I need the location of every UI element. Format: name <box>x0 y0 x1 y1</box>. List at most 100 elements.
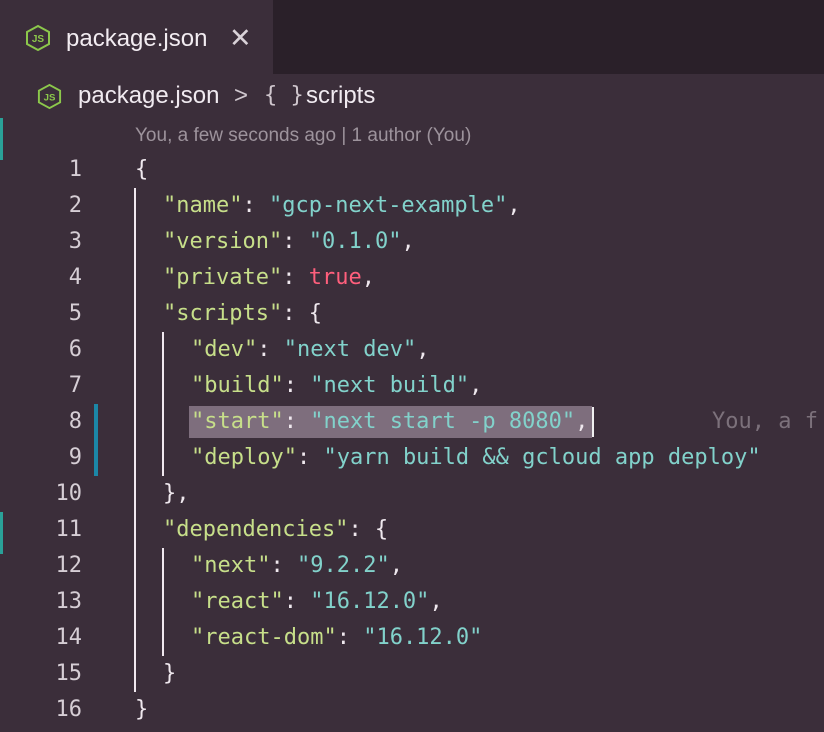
code-token: "name" <box>163 193 243 218</box>
line-number: 13 <box>55 589 83 614</box>
code-line[interactable]: 11 "dependencies": { <box>0 512 824 548</box>
code-token: "build" <box>191 373 284 398</box>
code-token: , <box>429 589 443 614</box>
line-number: 1 <box>68 157 82 182</box>
line-number: 14 <box>55 625 83 650</box>
code-token: : <box>242 193 269 218</box>
code-token: "scripts" <box>163 301 283 326</box>
code-token: , <box>575 409 589 434</box>
code-token: , <box>361 265 375 290</box>
code-text: "next": "9.2.2", <box>191 548 403 584</box>
breadcrumb: JS package.json > { } scripts <box>0 74 824 118</box>
code-token: } <box>135 697 149 722</box>
line-number: 10 <box>55 481 83 506</box>
code-line[interactable]: 12 "next": "9.2.2", <box>0 548 824 584</box>
tab-bar: JS package.json ✕ <box>0 0 824 74</box>
code-token: : { <box>348 517 389 542</box>
code-text: "deploy": "yarn build && gcloud app depl… <box>191 440 761 476</box>
nodejs-icon: JS <box>37 83 62 110</box>
code-text: "react": "16.12.0", <box>191 584 443 620</box>
code-token: "next build" <box>310 373 470 398</box>
code-text: "name": "gcp-next-example", <box>163 188 521 224</box>
code-token: "16.12.0" <box>363 625 483 650</box>
code-text: { <box>135 152 148 188</box>
line-number: 5 <box>68 301 82 326</box>
chevron-right-icon: > <box>234 82 249 109</box>
braces-icon: { } <box>264 83 304 108</box>
code-line[interactable]: 4 "private": true, <box>0 260 824 296</box>
code-token: : <box>282 229 309 254</box>
inline-blame: You, a f <box>712 409 818 434</box>
code-token: , <box>469 373 483 398</box>
line-number: 16 <box>55 697 83 722</box>
code-token: : <box>270 553 297 578</box>
line-number: 4 <box>68 265 82 290</box>
code-token: "react-dom" <box>191 625 337 650</box>
svg-text:JS: JS <box>32 34 45 45</box>
line-number: 12 <box>55 553 83 578</box>
code-token: : <box>283 409 311 434</box>
code-line[interactable]: 16} <box>0 692 824 728</box>
code-line[interactable]: 13 "react": "16.12.0", <box>0 584 824 620</box>
code-token: }, <box>163 481 190 506</box>
indent-guide <box>162 332 164 476</box>
code-line[interactable]: 5 "scripts": { <box>0 296 824 332</box>
code-text: "dev": "next dev", <box>191 332 429 368</box>
code-token: "react" <box>191 589 284 614</box>
nodejs-icon: JS <box>26 24 50 52</box>
code-token: "next" <box>191 553 271 578</box>
code-line[interactable]: 14 "react-dom": "16.12.0" <box>0 620 824 656</box>
code-line[interactable]: 2 "name": "gcp-next-example", <box>0 188 824 224</box>
line-number: 6 <box>68 337 82 362</box>
indent-guide <box>134 188 136 692</box>
code-token: "version" <box>163 229 283 254</box>
code-token: : { <box>282 301 322 326</box>
code-text: "version": "0.1.0", <box>163 224 415 260</box>
code-token: , <box>416 337 430 362</box>
code-text: "start": "next start -p 8080", <box>191 404 588 440</box>
tab-title: package.json <box>66 25 208 52</box>
git-modified-indicator[interactable] <box>94 404 98 476</box>
code-token: "next dev" <box>283 337 417 362</box>
code-line[interactable]: 15} <box>0 656 824 692</box>
code-text: "react-dom": "16.12.0" <box>191 620 482 656</box>
code-line[interactable]: 9 "deploy": "yarn build && gcloud app dep… <box>0 440 824 476</box>
code-line[interactable]: 1{ <box>0 152 824 188</box>
code-token: "yarn build && gcloud app deploy" <box>323 445 761 470</box>
code-text: } <box>135 692 148 728</box>
code-text: } <box>163 656 176 692</box>
line-number: 15 <box>55 661 83 686</box>
code-token: "private" <box>163 265 283 290</box>
text-cursor <box>592 407 595 437</box>
code-line[interactable]: 7 "build": "next build", <box>0 368 824 404</box>
code-text: "scripts": { <box>163 296 322 332</box>
code-token: : <box>283 589 311 614</box>
breadcrumb-symbol[interactable]: scripts <box>306 82 375 110</box>
line-number: 3 <box>68 229 82 254</box>
code-line[interactable]: 8 "start": "next start -p 8080", <box>0 404 824 440</box>
code-token: "next start -p 8080" <box>310 409 576 434</box>
code-line[interactable]: 6 "dev": "next dev", <box>0 332 824 368</box>
breadcrumb-file[interactable]: package.json <box>78 82 219 110</box>
code-token: "gcp-next-example" <box>268 193 508 218</box>
code-line[interactable]: 3 "version": "0.1.0", <box>0 224 824 260</box>
code-token: : <box>282 265 309 290</box>
codelens-blame[interactable]: You, a few seconds ago | 1 author (You) <box>135 124 471 148</box>
code-text: "build": "next build", <box>191 368 482 404</box>
code-token: "start" <box>191 409 284 434</box>
code-token: "deploy" <box>191 445 297 470</box>
code-token: { <box>135 157 149 182</box>
code-token: "9.2.2" <box>296 553 390 578</box>
code-token: : <box>296 445 324 470</box>
tab-package-json[interactable]: JS package.json ✕ <box>0 0 273 74</box>
code-token: "0.1.0" <box>308 229 402 254</box>
code-token: : <box>283 373 311 398</box>
code-text: }, <box>163 476 190 512</box>
line-number: 11 <box>55 517 83 542</box>
indent-guide <box>162 548 164 656</box>
code-text: "dependencies": { <box>163 512 388 548</box>
close-icon[interactable]: ✕ <box>229 22 252 54</box>
code-token: : <box>257 337 284 362</box>
code-line[interactable]: 10}, <box>0 476 824 512</box>
code-token: } <box>163 661 177 686</box>
